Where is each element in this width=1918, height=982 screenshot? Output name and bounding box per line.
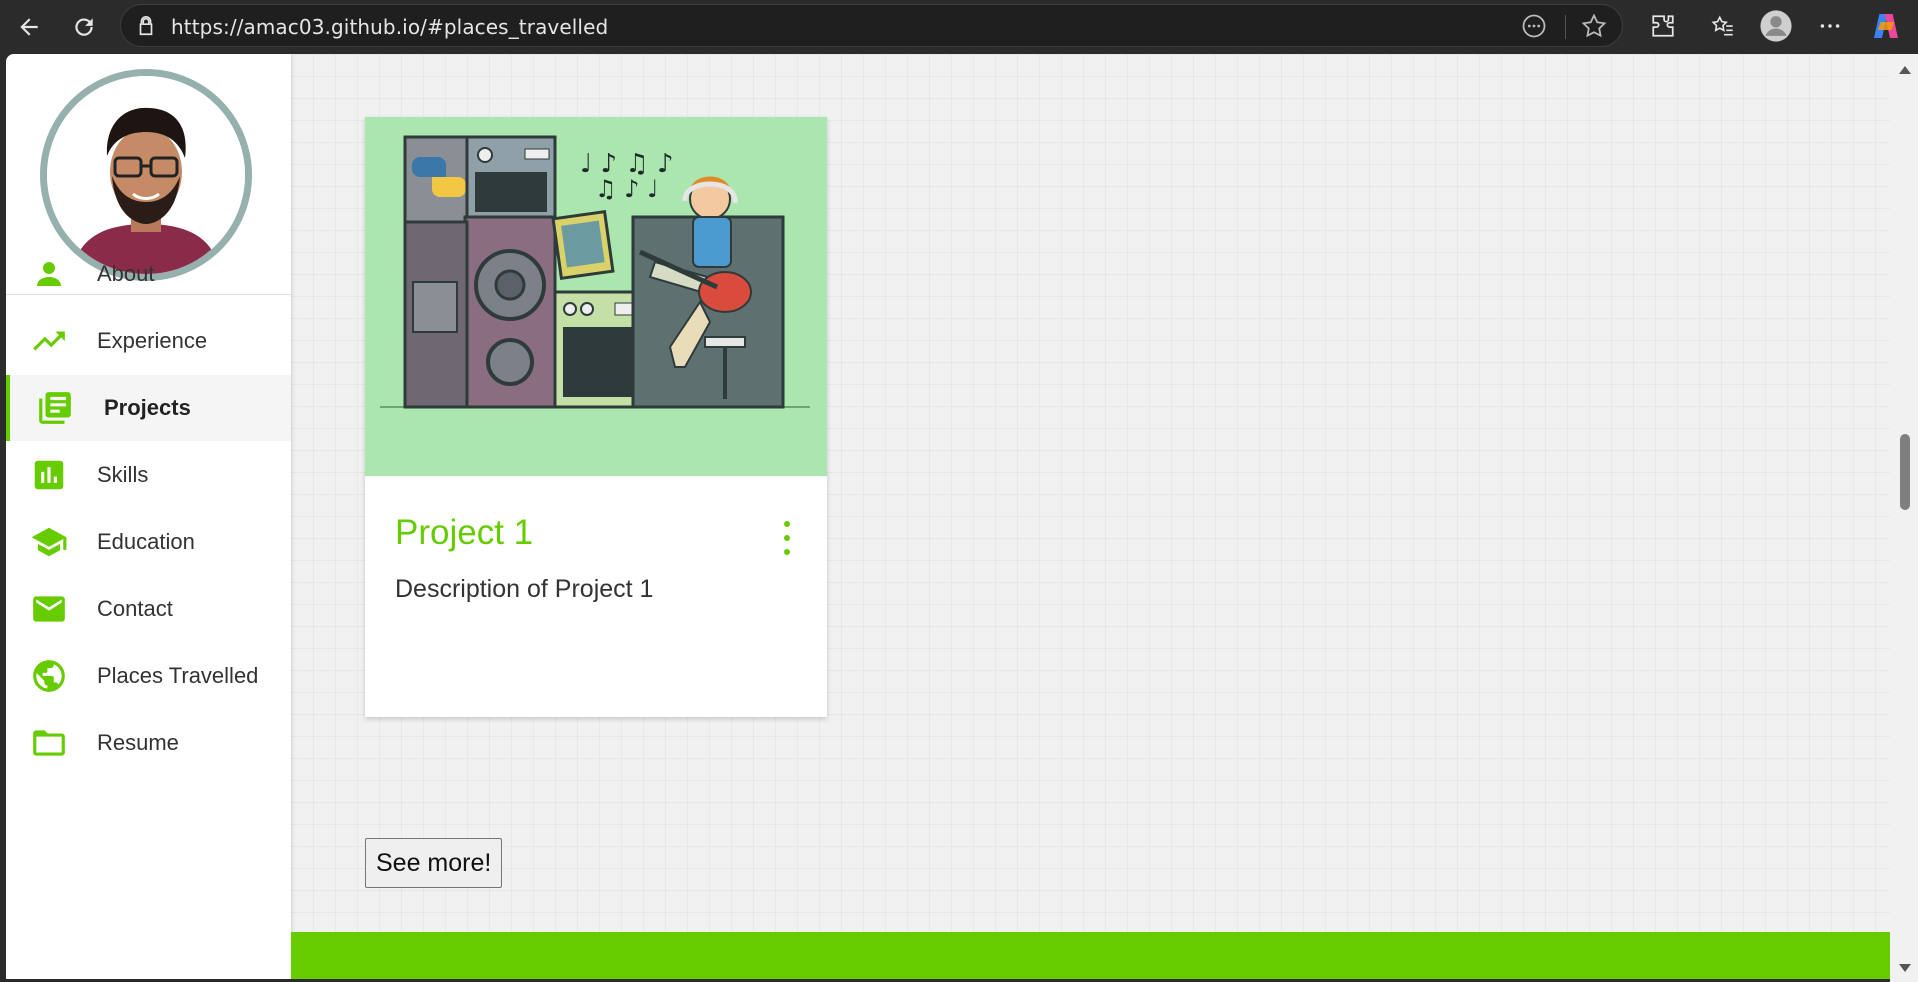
sidebar-item-label: Places Travelled — [97, 663, 259, 688]
refresh-button[interactable] — [65, 8, 103, 46]
project-card-image: ♩ ♪ ♫ ♪ ♫ ♪ ♩ — [365, 117, 827, 476]
sidebar-item-experience[interactable]: Experience — [6, 308, 291, 374]
scroll-up-arrow-icon[interactable] — [1899, 66, 1911, 74]
sidebar-item-label: Resume — [97, 730, 179, 755]
sidebar-item-projects[interactable]: Projects — [6, 375, 291, 441]
sidebar-item-places-travelled[interactable]: Places Travelled — [6, 643, 291, 709]
address-bar-divider — [1565, 15, 1566, 39]
extensions-icon[interactable] — [1643, 6, 1683, 46]
sidebar-item-label: Contact — [97, 596, 173, 621]
scrollbar[interactable] — [1890, 54, 1918, 982]
scroll-thumb[interactable] — [1900, 434, 1910, 510]
svg-text:♫ ♪ ♩: ♫ ♪ ♩ — [595, 175, 658, 203]
sidebar-item-education[interactable]: Education — [6, 509, 291, 575]
globe-icon — [30, 657, 68, 695]
favorites-list-icon[interactable] — [1703, 6, 1743, 46]
library-books-icon — [36, 389, 74, 427]
lock-icon — [139, 16, 153, 36]
copilot-icon[interactable] — [1866, 6, 1906, 46]
sidebar-item-about[interactable]: About — [6, 241, 291, 307]
scroll-down-arrow-icon[interactable] — [1899, 964, 1911, 972]
project-card-description: Description of Project 1 — [395, 575, 654, 603]
address-bar[interactable]: https://amac03.github.io/#places_travell… — [120, 4, 1623, 47]
footer-bar — [291, 932, 1896, 979]
person-icon — [30, 255, 68, 293]
sidebar-nav: About Experience Projects Skills Educati — [6, 54, 291, 979]
see-more-button[interactable]: See more! — [365, 838, 503, 888]
page-viewport: About Experience Projects Skills Educati — [6, 54, 1896, 979]
project-card[interactable]: ♩ ♪ ♫ ♪ ♫ ♪ ♩ Project 1 Description of P… — [365, 117, 827, 717]
sidebar-item-label: Skills — [97, 462, 149, 487]
sidebar-item-label: Experience — [97, 328, 208, 353]
folder-icon — [30, 724, 68, 762]
browser-toolbar: https://amac03.github.io/#places_travell… — [0, 0, 1918, 54]
more-vert-icon[interactable] — [777, 521, 797, 555]
sidebar-item-label: Projects — [104, 395, 191, 420]
project-card-title: Project 1 — [395, 513, 534, 552]
back-arrow-icon — [20, 18, 38, 36]
refresh-icon — [75, 18, 93, 36]
trending-up-icon — [30, 322, 68, 360]
sidebar-item-contact[interactable]: Contact — [6, 576, 291, 642]
bar-chart-icon — [30, 456, 68, 494]
profile-avatar-icon[interactable] — [1756, 6, 1796, 46]
school-icon — [30, 523, 68, 561]
more-menu-icon[interactable] — [1810, 6, 1850, 46]
sidebar-item-label: Education — [97, 529, 195, 554]
back-button[interactable] — [10, 8, 48, 46]
mail-icon — [30, 590, 68, 628]
sidebar-item-skills[interactable]: Skills — [6, 442, 291, 508]
favorite-star-icon[interactable] — [1580, 12, 1608, 40]
reader-mode-icon[interactable] — [1520, 12, 1548, 40]
sidebar-item-label: About — [97, 261, 155, 286]
sidebar-item-resume[interactable]: Resume — [6, 710, 291, 776]
url-text: https://amac03.github.io/#places_travell… — [171, 15, 609, 39]
